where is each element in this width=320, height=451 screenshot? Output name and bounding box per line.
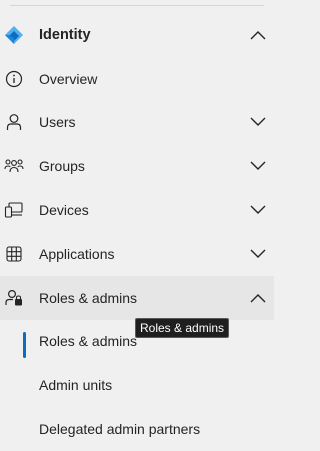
subnav-item-delegated-admin-partners[interactable]: Delegated admin partners xyxy=(0,407,274,451)
subnav-item-label: Admin units xyxy=(39,377,113,394)
chevron-down-icon[interactable] xyxy=(248,244,268,264)
apps-grid-icon xyxy=(3,243,25,265)
nav-section-identity[interactable]: Identity xyxy=(0,13,274,57)
nav-item-users[interactable]: Users xyxy=(0,101,274,145)
chevron-down-icon[interactable] xyxy=(248,112,268,132)
nav-item-label: Devices xyxy=(39,202,89,219)
chevron-down-icon[interactable] xyxy=(248,156,268,176)
person-key-icon xyxy=(3,287,25,309)
devices-icon xyxy=(3,199,25,221)
people-team-icon xyxy=(3,155,25,177)
selected-indicator xyxy=(23,331,26,358)
nav-item-label: Users xyxy=(39,114,76,131)
nav-item-devices[interactable]: Devices xyxy=(0,188,274,232)
person-icon xyxy=(3,111,25,133)
tooltip: Roles & admins xyxy=(135,318,230,338)
chevron-up-icon[interactable] xyxy=(248,25,268,45)
chevron-down-icon[interactable] xyxy=(248,200,268,220)
identity-diamond-icon xyxy=(3,24,25,46)
info-circle-icon xyxy=(3,68,25,90)
nav-section-label: Identity xyxy=(39,26,91,43)
top-divider xyxy=(10,5,264,6)
nav-item-label: Roles & admins xyxy=(39,289,138,306)
nav-item-applications[interactable]: Applications xyxy=(0,232,274,276)
subnav-item-label: Delegated admin partners xyxy=(39,421,201,438)
nav-item-roles-admins[interactable]: Roles & admins xyxy=(0,275,274,320)
subnav-item-label: Roles & admins xyxy=(39,333,138,350)
nav-item-label: Overview xyxy=(39,70,98,87)
nav-item-label: Groups xyxy=(39,158,85,175)
nav-item-groups[interactable]: Groups xyxy=(0,144,274,188)
nav-item-label: Applications xyxy=(39,245,115,262)
nav-item-overview[interactable]: Overview xyxy=(0,57,274,101)
subnav-item-admin-units[interactable]: Admin units xyxy=(0,363,274,407)
left-navigation: Identity Overview Users Groups Devices A… xyxy=(0,13,274,451)
chevron-up-icon[interactable] xyxy=(248,288,268,308)
